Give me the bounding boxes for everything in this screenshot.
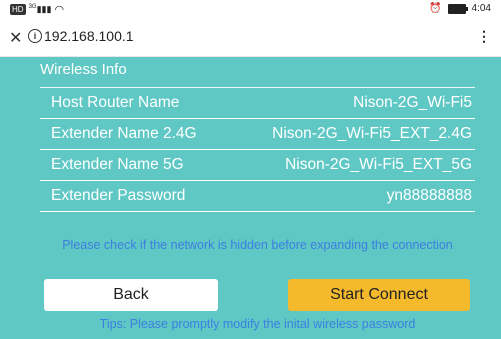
row-host-router-name: Host Router Name Nison-2G_Wi-Fi5 (40, 88, 475, 119)
row-extender-password: Extender Password yn88888888 (40, 181, 475, 212)
more-menu-icon[interactable]: ⋮ (477, 29, 491, 43)
row-value: Nison-2G_Wi-Fi5_EXT_2.4G (272, 125, 472, 142)
section-title: Wireless Info (40, 61, 127, 78)
row-value: Nison-2G_Wi-Fi5 (353, 94, 472, 111)
wireless-info-panel: Wireless Info Host Router Name Nison-2G_… (0, 57, 501, 339)
row-value: Nison-2G_Wi-Fi5_EXT_5G (285, 156, 472, 173)
hidden-network-notice: Please check if the network is hidden be… (62, 238, 453, 252)
row-label: Extender Name 2.4G (51, 125, 197, 142)
row-value: yn88888888 (386, 187, 472, 204)
row-label: Extender Password (51, 187, 186, 204)
close-icon[interactable]: ✕ (9, 28, 22, 48)
row-label: Host Router Name (51, 94, 180, 111)
wifi-icon: ◠ (54, 4, 65, 16)
alarm-icon: ⏰ (429, 3, 442, 14)
row-extender-name-24g: Extender Name 2.4G Nison-2G_Wi-Fi5_EXT_2… (40, 119, 475, 150)
signal-icon: 3G▮▮▮ (28, 4, 52, 14)
start-connect-button[interactable]: Start Connect (288, 279, 470, 311)
url-text[interactable]: 192.168.100.1 (44, 28, 134, 44)
clock: 4:04 (471, 3, 491, 14)
row-extender-name-5g: Extender Name 5G Nison-2G_Wi-Fi5_EXT_5G (40, 150, 475, 181)
battery-icon (447, 3, 468, 14)
browser-url-bar: ✕ i 192.168.100.1 ⋮ (0, 18, 501, 57)
info-icon[interactable]: i (28, 29, 42, 43)
hd-badge: HD (10, 4, 26, 15)
row-label: Extender Name 5G (51, 156, 184, 173)
signal-type: 3G (28, 4, 37, 10)
back-button[interactable]: Back (44, 279, 218, 311)
tips-text: Tips: Please promptly modify the inital … (99, 317, 416, 331)
status-bar: HD 3G▮▮▮ ◠ ⏰ 4:04 (0, 0, 501, 18)
